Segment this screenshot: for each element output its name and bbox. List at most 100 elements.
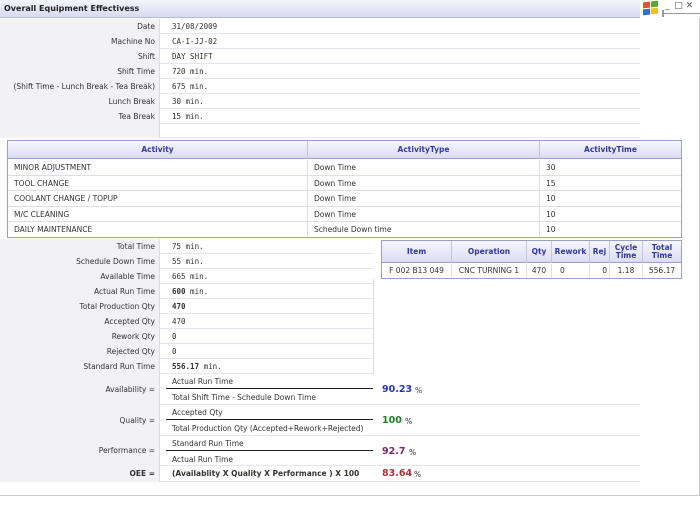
formula-label: Performance = xyxy=(0,436,160,466)
table-row[interactable]: M/C CLEANING Down Time 10 xyxy=(8,206,681,222)
field-value: 75 min. xyxy=(172,242,204,251)
field-row-date: Date 31/08/2009 xyxy=(0,19,640,34)
column-header-cycle-time[interactable]: Cycle Time xyxy=(610,241,643,263)
table-row[interactable]: DAILY MAINTENANCE Schedule Down time 10 xyxy=(8,222,681,238)
oee-formula: OEE = (Availablity X Quality X Performan… xyxy=(0,466,640,482)
field-value: 15 min. xyxy=(172,112,204,121)
activity-table: Activity ActivityType ActivityTime MINOR… xyxy=(7,140,682,238)
cell-activity-time: 30 xyxy=(546,163,556,172)
production-table: Item Operation Qty Rework Rej Cycle Time… xyxy=(381,240,682,279)
field-row-net-shift-time: (Shift Time - Lunch Break - Tea Break) 6… xyxy=(0,79,640,94)
formula-numerator: Accepted Qty xyxy=(172,408,223,417)
field-value-number: 556.17 xyxy=(172,362,200,371)
cell-total-time: 556.17 xyxy=(648,266,676,275)
column-header-activity-time[interactable]: ActivityTime xyxy=(540,141,681,159)
field-row-machine-no: Machine No CA-I-JJ-02 xyxy=(0,34,640,49)
field-label: Standard Run Time xyxy=(0,359,160,374)
fraction-bar xyxy=(166,419,373,420)
field-row-total-production-qty: Total Production Qty 470 xyxy=(0,299,373,314)
field-row-schedule-down-time: Schedule Down Time 55 min. xyxy=(0,254,373,269)
field-row-rejected-qty: Rejected Qty 0 xyxy=(0,344,373,359)
field-value: 720 min. xyxy=(172,67,209,76)
field-label: Actual Run Time xyxy=(0,284,160,299)
cell-activity: M/C CLEANING xyxy=(8,206,308,222)
column-header-total-time[interactable]: Total Time xyxy=(643,241,681,263)
cell-activity-type: Down Time xyxy=(308,160,540,175)
field-label: Rework Qty xyxy=(0,329,160,344)
cell-item: F 002 B13 049 xyxy=(382,264,452,278)
column-header-activity[interactable]: Activity xyxy=(8,141,308,159)
field-label: Available Time xyxy=(0,269,160,284)
formula-label: Availability = xyxy=(0,374,160,405)
window-titlebar: Overall Equipment Effectivess xyxy=(0,0,640,18)
column-header-activity-type[interactable]: ActivityType xyxy=(308,141,540,159)
percent-unit: % xyxy=(409,448,417,457)
field-value: 55 min. xyxy=(172,257,204,266)
column-header-operation[interactable]: Operation xyxy=(452,241,527,263)
zoom-slider-track[interactable] xyxy=(662,13,700,14)
formula-numerator: Standard Run Time xyxy=(172,439,244,448)
column-header-qty[interactable]: Qty xyxy=(527,241,552,263)
production-panel xyxy=(373,279,640,375)
field-row-standard-run-time: Standard Run Time 556.17 min. xyxy=(0,359,373,374)
quality-formula: Quality = Accepted Qty Total Production … xyxy=(0,405,640,436)
cell-qty: 470 xyxy=(527,264,552,278)
formula-numerator: Actual Run Time xyxy=(172,377,233,386)
field-value-number: 600 xyxy=(172,287,186,296)
field-label-empty xyxy=(0,124,160,138)
performance-result: 92.7 xyxy=(382,446,406,457)
zoom-slider-handle[interactable] xyxy=(662,10,664,17)
field-value: 556.17 min. xyxy=(172,359,222,374)
cell-activity-time: 10 xyxy=(546,194,556,203)
maximize-button[interactable]: □ xyxy=(673,1,684,11)
field-row-shift: Shift DAY SHIFT xyxy=(0,49,640,64)
field-value: 0 xyxy=(172,332,177,341)
field-value: 665 min. xyxy=(172,272,209,281)
cell-activity-type: Down Time xyxy=(308,191,540,206)
fraction-bar xyxy=(166,388,373,389)
field-value-unit: min. xyxy=(199,362,222,371)
field-label: Lunch Break xyxy=(0,94,160,109)
quality-result: 100 xyxy=(382,415,402,426)
table-row[interactable]: TOOL CHANGE Down Time 15 xyxy=(8,175,681,191)
formula-denominator: Total Shift Time - Schedule Down Time xyxy=(172,393,316,402)
windows-logo-icon xyxy=(642,0,660,17)
table-row[interactable]: MINOR ADJUSTMENT Down Time 30 xyxy=(8,160,681,176)
cell-activity: DAILY MAINTENANCE xyxy=(8,222,308,237)
field-label: Schedule Down Time xyxy=(0,254,160,269)
formula-denominator: Total Production Qty (Accepted+Rework+Re… xyxy=(172,424,364,433)
field-row-tea-break: Tea Break 15 min. xyxy=(0,109,640,124)
field-row-total-time: Total Time 75 min. xyxy=(0,239,373,254)
oee-expression: (Availablity X Quality X Performance ) X… xyxy=(172,469,360,478)
field-label: Shift Time xyxy=(0,64,160,79)
availability-result: 90.23 xyxy=(382,384,413,395)
percent-unit: % xyxy=(414,470,422,479)
cell-activity: TOOL CHANGE xyxy=(8,175,308,191)
column-header-rej[interactable]: Rej xyxy=(590,241,610,263)
fraction-bar xyxy=(166,450,373,451)
field-row-spacer xyxy=(0,124,640,138)
field-value: 470 xyxy=(172,302,186,311)
close-button[interactable]: ✕ xyxy=(684,1,695,11)
availability-formula: Availability = Actual Run Time Total Shi… xyxy=(0,374,640,405)
formula-label: OEE = xyxy=(0,466,160,482)
field-row-accepted-qty: Accepted Qty 470 xyxy=(0,314,373,329)
field-label: Rejected Qty xyxy=(0,344,160,359)
cell-activity-type: Down Time xyxy=(308,206,540,222)
cell-rework: 0 xyxy=(552,264,590,278)
field-label: Total Production Qty xyxy=(0,299,160,314)
field-row-rework-qty: Rework Qty 0 xyxy=(0,329,373,344)
cell-cycle-time: 1.18 xyxy=(610,264,643,278)
field-row-available-time: Available Time 665 min. xyxy=(0,269,373,284)
window-title: Overall Equipment Effectivess xyxy=(4,4,140,13)
oee-result: 83.64 xyxy=(382,468,413,479)
cell-activity: MINOR ADJUSTMENT xyxy=(8,160,308,175)
cell-activity-type: Schedule Down time xyxy=(308,222,540,237)
field-label: (Shift Time - Lunch Break - Tea Break) xyxy=(0,79,160,94)
field-value: CA-I-JJ-02 xyxy=(172,37,218,46)
field-label: Shift xyxy=(0,49,160,64)
table-row[interactable]: COOLANT CHANGE / TOPUP Down Time 10 xyxy=(8,191,681,207)
column-header-rework[interactable]: Rework xyxy=(552,241,590,263)
field-label: Total Time xyxy=(0,239,160,254)
column-header-item[interactable]: Item xyxy=(382,241,452,263)
